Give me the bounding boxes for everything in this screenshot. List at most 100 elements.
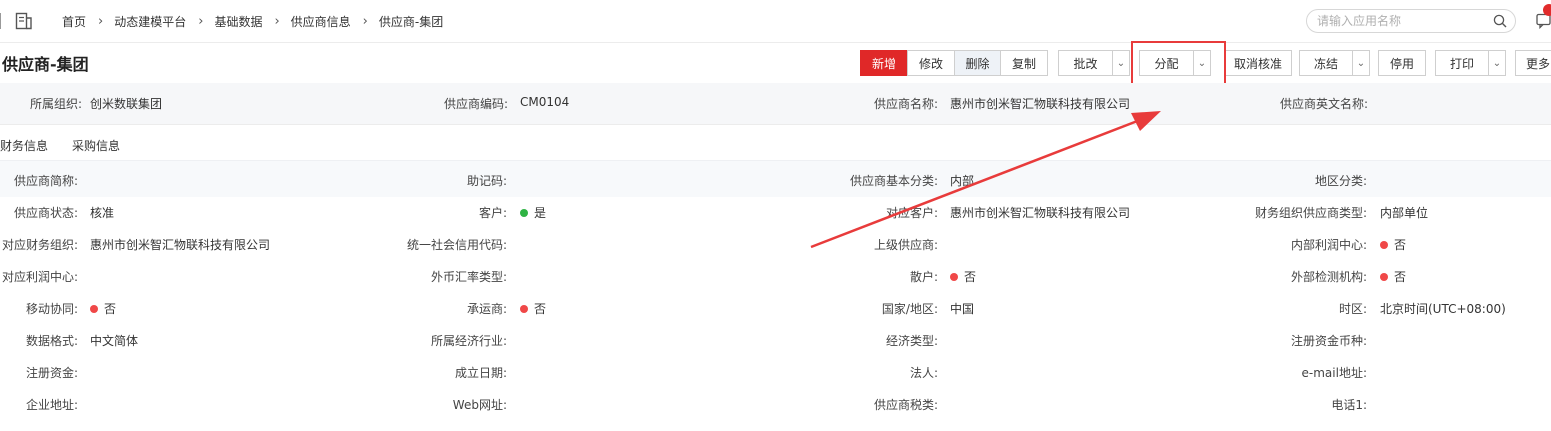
breadcrumb-base-data[interactable]: 基础数据 <box>214 13 262 30</box>
field-value-text: 是 <box>534 206 547 220</box>
breadcrumb-current: 供应商-集团 <box>378 14 444 29</box>
field-label: 法人: <box>909 366 938 380</box>
supplier-code-value: CM0104 <box>520 95 570 109</box>
supplier-en-name-label: 供应商英文名称: <box>1279 97 1368 111</box>
field-label: 对应财务组织: <box>1 238 78 252</box>
field-label: 对应客户: <box>885 206 938 220</box>
field-label: 供应商基本分类: <box>849 174 938 188</box>
field-label: 对应利润中心: <box>1 270 78 284</box>
field-label: 供应商简称: <box>13 174 78 188</box>
org-label: 所属组织: <box>29 97 82 111</box>
status-dot <box>520 305 528 313</box>
field-value: 内部单位 <box>1380 206 1429 220</box>
more-button[interactable]: 更多 <box>1515 50 1551 76</box>
supplier-name-label: 供应商名称: <box>873 97 938 111</box>
field-label: 散户: <box>909 270 938 284</box>
field-value-text: 否 <box>1394 238 1407 252</box>
search-input[interactable] <box>1317 13 1487 29</box>
status-dot <box>1380 241 1388 249</box>
search-icon[interactable] <box>1493 14 1507 28</box>
field-label: 成立日期: <box>454 366 507 380</box>
field-label: 企业地址: <box>25 398 78 412</box>
supplier-name-value: 惠州市创米智汇物联科技有限公司 <box>950 97 1131 111</box>
app-search <box>1306 9 1516 33</box>
disable-button[interactable]: 停用 <box>1378 50 1426 76</box>
field-value: 否 <box>520 300 546 317</box>
batch-edit-button[interactable]: 批改 <box>1058 50 1113 76</box>
field-label: 供应商状态: <box>13 206 78 220</box>
field-label: 注册资金: <box>25 366 78 380</box>
field-label: 数据格式: <box>25 334 78 348</box>
field-value: 北京时间(UTC+08:00) <box>1380 302 1506 316</box>
status-dot <box>1380 273 1388 281</box>
field-label: 经济类型: <box>885 334 938 348</box>
field-label: 地区分类: <box>1314 174 1367 188</box>
copy-button[interactable]: 复制 <box>1000 50 1048 76</box>
chevron-right-icon: › <box>198 13 204 29</box>
field-label: 国家/地区: <box>881 302 938 316</box>
field-label: 时区: <box>1338 302 1367 316</box>
field-label: e-mail地址: <box>1301 366 1367 380</box>
tab-purchase[interactable]: 采购信息 <box>72 137 120 154</box>
field-label: 财务组织供应商类型: <box>1254 206 1367 220</box>
field-value: 否 <box>1380 268 1406 285</box>
field-label: Web网址: <box>452 398 507 412</box>
supplier-code-label: 供应商编码: <box>443 97 508 111</box>
breadcrumb-supplier-info[interactable]: 供应商信息 <box>291 13 351 30</box>
field-value: 中文简体 <box>90 334 139 348</box>
field-label: 外部检测机构: <box>1290 270 1367 284</box>
field-value-text: 否 <box>104 302 117 316</box>
field-label: 电话1: <box>1331 398 1367 412</box>
top-bar: 首页 › 动态建模平台 › 基础数据 › 供应商信息 › 供应商-集团 <box>0 0 1551 43</box>
field-value: 否 <box>1380 236 1406 253</box>
field-label: 外币汇率类型: <box>430 270 507 284</box>
field-value-text: 否 <box>964 270 977 284</box>
field-value: 中国 <box>950 302 975 316</box>
chevron-right-icon: › <box>274 13 280 29</box>
field-label: 供应商税类: <box>873 398 938 412</box>
delete-button[interactable]: 删除 <box>954 50 1001 76</box>
chevron-down-icon: ⌄ <box>1492 57 1502 69</box>
cancel-approve-button[interactable]: 取消核准 <box>1224 50 1292 76</box>
chevron-down-icon: ⌄ <box>1116 57 1126 69</box>
divider <box>0 13 1 29</box>
add-button[interactable]: 新增 <box>860 50 908 76</box>
field-value: 惠州市创米智汇物联科技有限公司 <box>90 238 271 252</box>
field-label: 统一社会信用代码: <box>406 238 507 252</box>
field-value: 惠州市创米智汇物联科技有限公司 <box>950 206 1131 220</box>
chevron-down-icon: ⌄ <box>1356 57 1366 69</box>
field-label: 助记码: <box>466 174 507 188</box>
field-label: 上级供应商: <box>873 238 938 252</box>
field-value: 是 <box>520 204 546 221</box>
field-label: 注册资金币种: <box>1290 334 1367 348</box>
field-label: 承运商: <box>466 302 507 316</box>
freeze-button[interactable]: 冻结 <box>1299 50 1353 76</box>
status-dot <box>520 209 528 217</box>
chevron-right-icon: › <box>98 13 104 29</box>
field-value: 否 <box>950 268 976 285</box>
field-value: 否 <box>90 300 116 317</box>
chevron-right-icon: › <box>362 13 368 29</box>
field-value-text: 否 <box>534 302 547 316</box>
breadcrumb-modeling-platform[interactable]: 动态建模平台 <box>114 13 186 30</box>
field-value: 内部 <box>950 174 975 188</box>
print-dropdown[interactable]: ⌄ <box>1488 50 1506 76</box>
field-label: 内部利润中心: <box>1290 238 1367 252</box>
field-label: 移动协同: <box>25 302 78 316</box>
field-value-text: 否 <box>1394 270 1407 284</box>
breadcrumb: 首页 › 动态建模平台 › 基础数据 › 供应商信息 › 供应商-集团 <box>62 13 443 29</box>
breadcrumb-home[interactable]: 首页 <box>62 13 86 30</box>
edit-button[interactable]: 修改 <box>907 50 955 76</box>
field-label: 客户: <box>478 206 507 220</box>
status-dot <box>90 305 98 313</box>
status-dot <box>950 273 958 281</box>
document-icon[interactable] <box>15 12 33 30</box>
field-label: 所属经济行业: <box>430 334 507 348</box>
page-title: 供应商-集团 <box>2 55 89 74</box>
freeze-dropdown[interactable]: ⌄ <box>1352 50 1370 76</box>
tab-finance[interactable]: 财务信息 <box>0 137 48 154</box>
print-button[interactable]: 打印 <box>1435 50 1489 76</box>
batch-edit-dropdown[interactable]: ⌄ <box>1112 50 1130 76</box>
field-value: 核准 <box>90 206 115 220</box>
org-value: 创米数联集团 <box>90 97 163 111</box>
